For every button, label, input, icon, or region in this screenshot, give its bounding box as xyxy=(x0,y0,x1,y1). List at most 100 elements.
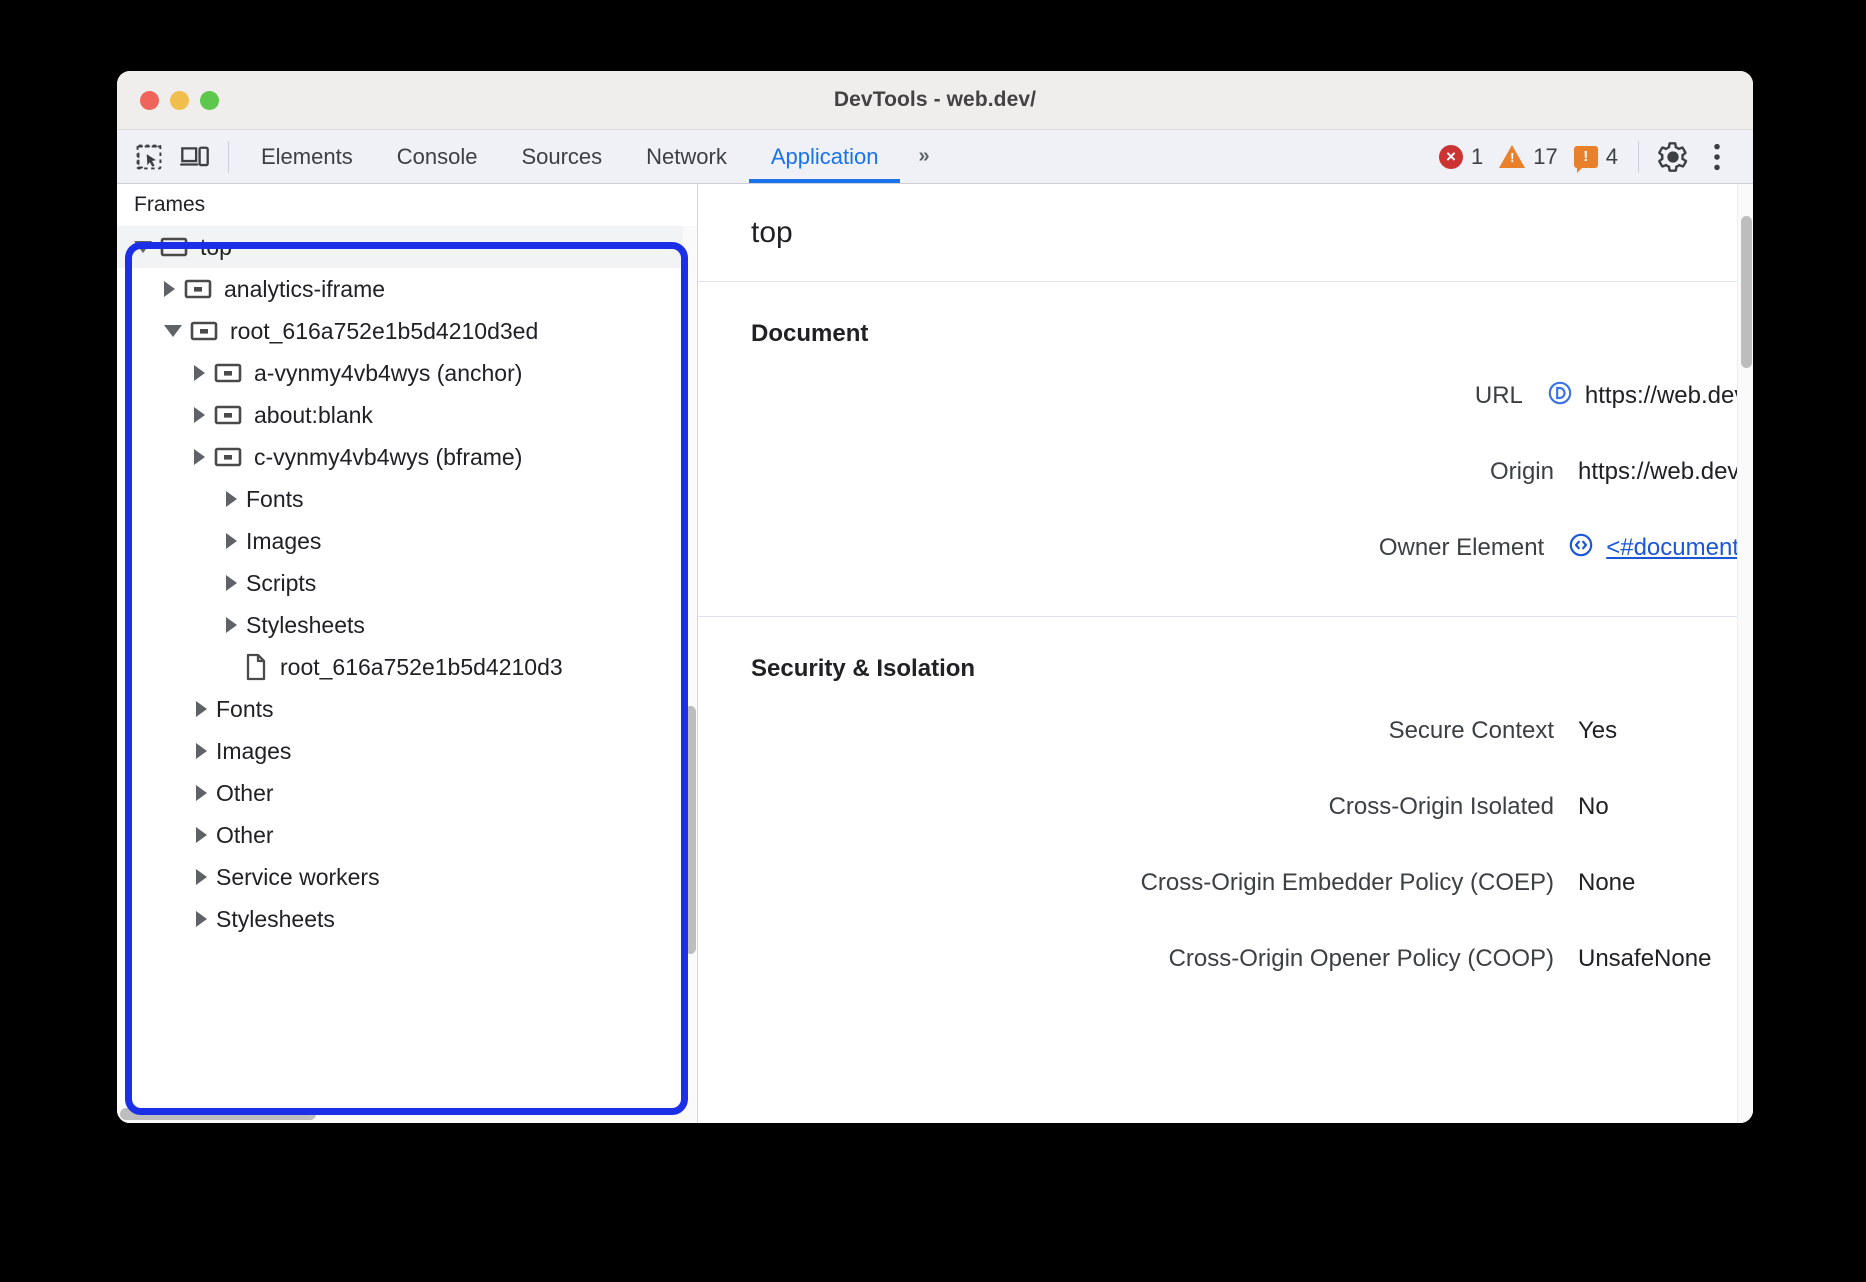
row-coop: Cross-Origin Opener Policy (COOP) Unsafe… xyxy=(698,921,1753,997)
page-circle-icon xyxy=(1547,380,1573,413)
chevron-right-icon[interactable] xyxy=(196,743,207,759)
frames-tree-node[interactable]: Other xyxy=(117,772,683,814)
row-cross-origin-isolated-value: No xyxy=(1578,793,1609,821)
chevron-right-icon[interactable] xyxy=(226,491,237,507)
chevron-right-icon[interactable] xyxy=(226,617,237,633)
devtools-window: DevTools - web.dev/ Elements xyxy=(117,71,1753,1123)
row-url: URL https://web.dev/ xyxy=(698,358,1753,434)
chevron-right-icon[interactable] xyxy=(194,449,205,465)
iframe-icon xyxy=(214,361,242,385)
maximize-window-button[interactable] xyxy=(200,91,219,110)
frames-tree-node-label: Images xyxy=(246,528,321,555)
kebab-menu-icon[interactable] xyxy=(1695,136,1739,178)
tab-elements[interactable]: Elements xyxy=(239,130,375,183)
chevron-right-icon[interactable] xyxy=(194,365,205,381)
frames-tree-node[interactable]: top xyxy=(117,226,683,268)
more-tabs-icon[interactable]: » xyxy=(900,130,945,183)
frames-tree-node-label: root_616a752e1b5d4210d3 xyxy=(280,654,563,681)
frames-panel: Frames topanalytics-iframe root_616a752e1… xyxy=(117,184,698,1123)
frames-tree-node[interactable]: root_616a752e1b5d4210d3ed xyxy=(117,310,683,352)
frames-vertical-scrollbar[interactable] xyxy=(683,226,697,1105)
tab-console[interactable]: Console xyxy=(375,130,500,183)
frames-tree-node[interactable]: analytics-iframe xyxy=(117,268,683,310)
details-vertical-scrollbar[interactable] xyxy=(1737,184,1753,1123)
chevron-right-icon[interactable] xyxy=(194,407,205,423)
security-isolation-section: Security & Isolation Secure Context Yes … xyxy=(698,616,1753,1027)
frames-horizontal-scrollbar[interactable] xyxy=(117,1105,697,1123)
chevron-right-icon[interactable] xyxy=(164,281,175,297)
chevron-right-icon[interactable] xyxy=(226,575,237,591)
details-vertical-scroll-thumb[interactable] xyxy=(1741,216,1752,368)
close-window-button[interactable] xyxy=(140,91,159,110)
gear-icon[interactable] xyxy=(1651,136,1695,178)
issue-counter[interactable]: ! 4 xyxy=(1574,144,1618,170)
row-secure-context-value: Yes xyxy=(1578,717,1617,745)
tab-network[interactable]: Network xyxy=(624,130,749,183)
frames-tree-node[interactable]: Images xyxy=(117,520,683,562)
frames-tree-node[interactable]: Fonts xyxy=(117,688,683,730)
minimize-window-button[interactable] xyxy=(170,91,189,110)
frames-tree-node-label: Fonts xyxy=(216,696,274,723)
devtools-body: Frames topanalytics-iframeroot_616a752e1… xyxy=(117,184,1753,1123)
warning-count: 17 xyxy=(1533,144,1557,170)
panel-tabs: Elements Console Sources Network Applica… xyxy=(239,130,946,183)
frames-tree-node[interactable]: Fonts xyxy=(117,478,683,520)
row-coop-label: Cross-Origin Opener Policy (COOP) xyxy=(698,945,1578,973)
frames-tree[interactable]: topanalytics-iframe root_616a752e1b5d4210… xyxy=(117,226,683,1105)
frames-tree-node[interactable]: about:blank xyxy=(117,394,683,436)
row-origin: Origin https://web.dev xyxy=(698,434,1753,510)
frames-tree-node[interactable]: a-vynmy4vb4wys (anchor) xyxy=(117,352,683,394)
iframe-icon xyxy=(214,403,242,427)
chevron-right-icon[interactable] xyxy=(196,869,207,885)
chevron-down-icon[interactable] xyxy=(134,241,152,253)
device-toolbar-icon[interactable] xyxy=(172,136,218,178)
chevron-right-icon[interactable] xyxy=(226,533,237,549)
row-url-value-wrap: https://web.dev/ xyxy=(1547,380,1753,413)
frames-horizontal-scroll-thumb[interactable] xyxy=(120,1108,316,1120)
row-coep-label: Cross-Origin Embedder Policy (COEP) xyxy=(698,869,1578,897)
chevron-right-icon[interactable] xyxy=(196,785,207,801)
frame-details-panel: top Document URL xyxy=(698,184,1753,1123)
row-owner-element-label: Owner Element xyxy=(698,534,1568,562)
row-owner-element: Owner Element <#document> xyxy=(698,510,1753,586)
chevron-down-icon[interactable] xyxy=(164,325,182,337)
toolbar-divider xyxy=(228,141,229,173)
frames-tree-node[interactable]: root_616a752e1b5d4210d3 xyxy=(117,646,683,688)
tab-application[interactable]: Application xyxy=(749,130,901,183)
frames-tree-node-label: Stylesheets xyxy=(216,906,335,933)
chevron-right-icon[interactable] xyxy=(196,827,207,843)
chevron-right-icon[interactable] xyxy=(196,701,207,717)
frames-panel-title: Frames xyxy=(117,184,697,226)
frames-tree-node[interactable]: Service workers xyxy=(117,856,683,898)
frames-tree-node-label: c-vynmy4vb4wys (bframe) xyxy=(254,444,522,471)
frames-tree-node-label: Images xyxy=(216,738,291,765)
frames-tree-node-label: root_616a752e1b5d4210d3ed xyxy=(230,318,538,345)
iframe-icon xyxy=(184,277,212,301)
row-coep-value: None xyxy=(1578,869,1635,897)
frames-tree-node-label: Other xyxy=(216,822,274,849)
frames-tree-node-label: Scripts xyxy=(246,570,316,597)
frame-icon xyxy=(160,235,188,259)
frames-tree-node[interactable]: Scripts xyxy=(117,562,683,604)
error-counter[interactable]: × 1 xyxy=(1439,144,1483,170)
chevron-right-icon[interactable] xyxy=(196,911,207,927)
frames-tree-node[interactable]: Images xyxy=(117,730,683,772)
frames-tree-node-label: about:blank xyxy=(254,402,373,429)
frames-tree-node-label: Service workers xyxy=(216,864,380,891)
row-coop-value: UnsafeNone xyxy=(1578,945,1711,973)
frames-tree-node-label: Other xyxy=(216,780,274,807)
frame-details-title: top xyxy=(698,184,1753,282)
warning-counter[interactable]: 17 xyxy=(1499,144,1557,170)
frames-tree-node[interactable]: Stylesheets xyxy=(117,898,683,940)
security-isolation-rows: Secure Context Yes Cross-Origin Isolated… xyxy=(698,693,1753,1027)
frames-vertical-scroll-thumb[interactable] xyxy=(685,706,696,954)
owner-element-link[interactable]: <#document> xyxy=(1606,534,1753,562)
error-count: 1 xyxy=(1471,144,1483,170)
iframe-icon xyxy=(190,319,218,343)
frames-tree-node[interactable]: Stylesheets xyxy=(117,604,683,646)
tab-sources[interactable]: Sources xyxy=(499,130,624,183)
frames-tree-node[interactable]: Other xyxy=(117,814,683,856)
frames-tree-node[interactable]: c-vynmy4vb4wys (bframe) xyxy=(117,436,683,478)
inspect-element-icon[interactable] xyxy=(126,136,172,178)
row-url-label: URL xyxy=(698,382,1547,410)
